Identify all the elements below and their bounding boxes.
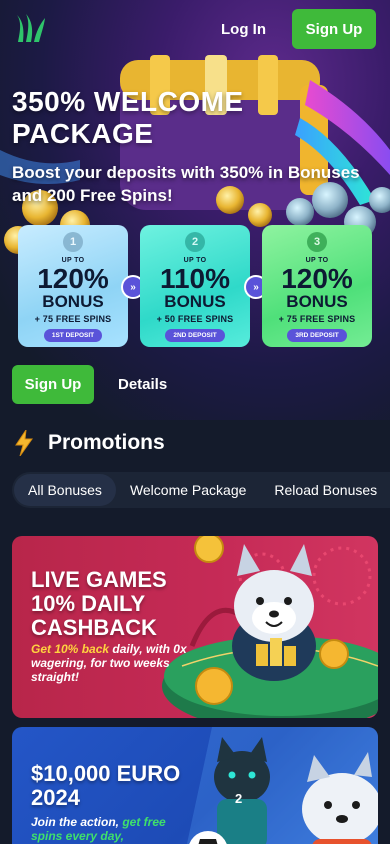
step-number: 2 bbox=[185, 232, 205, 252]
bonus-label: BONUS bbox=[286, 292, 348, 311]
promo-title: $10,000 EURO 2024 bbox=[31, 761, 181, 810]
bonus-percent: 120% bbox=[37, 263, 109, 294]
brand-logo-icon[interactable] bbox=[14, 12, 48, 46]
free-spins: + 75 FREE SPINS bbox=[278, 314, 356, 324]
promo-card-euro-2024[interactable]: 2 $10,000 EURO 2024 Join the action, get… bbox=[12, 727, 378, 844]
hero-actions: Sign Up Details bbox=[12, 365, 167, 404]
promotions-title: Promotions bbox=[48, 431, 165, 454]
hero-title: 350% WELCOME PACKAGE bbox=[12, 86, 244, 149]
promotions-heading: Promotions bbox=[14, 430, 165, 456]
deposit-card-1: 1 UP TO 120% BONUS + 75 FREE SPINS 1ST D… bbox=[18, 225, 128, 347]
tab-reload-bonuses[interactable]: Reload Bonuses bbox=[260, 474, 390, 506]
hero-signup-button[interactable]: Sign Up bbox=[12, 365, 94, 404]
deposit-tag: 2ND DEPOSIT bbox=[165, 329, 225, 342]
top-header: Log In Sign Up bbox=[0, 0, 390, 58]
bonus-percent: 120% bbox=[281, 263, 353, 294]
step-number: 1 bbox=[63, 232, 83, 252]
promo-desc-lead: Join the action, bbox=[31, 815, 123, 829]
deposit-tag: 3RD DEPOSIT bbox=[287, 329, 347, 342]
lightning-icon bbox=[15, 430, 33, 456]
auth-actions: Log In Sign Up bbox=[213, 9, 376, 49]
free-spins: + 50 FREE SPINS bbox=[156, 314, 234, 324]
deposit-tag: 1ST DEPOSIT bbox=[43, 329, 103, 342]
promo-highlight: Get 10% back bbox=[31, 642, 110, 656]
bonus-percent: 110% bbox=[159, 263, 231, 294]
tab-welcome-package[interactable]: Welcome Package bbox=[116, 474, 260, 506]
hero-subtitle: Boost your deposits with 350% in Bonuses… bbox=[12, 163, 360, 205]
promo-title: LIVE GAMES 10% DAILY CASHBACK bbox=[31, 567, 167, 640]
app-page: 350% WELCOME PACKAGE Boost your deposits… bbox=[0, 0, 390, 844]
promo-description: Get 10% back daily, with 0x wagering, fo… bbox=[31, 642, 191, 684]
bonus-label: BONUS bbox=[42, 292, 104, 311]
jersey-number: 2 bbox=[235, 791, 243, 806]
welcome-hero: 350% WELCOME PACKAGE Boost your deposits… bbox=[0, 0, 390, 420]
promotion-filter-tabs: All Bonuses Welcome Package Reload Bonus… bbox=[12, 472, 390, 508]
deposit-card-3: 3 UP TO 120% BONUS + 75 FREE SPINS 3RD D… bbox=[262, 225, 372, 347]
bonus-label: BONUS bbox=[164, 292, 226, 311]
login-button[interactable]: Log In bbox=[213, 15, 274, 44]
promo-card-live-cashback[interactable]: LIVE GAMES 10% DAILY CASHBACK Get 10% ba… bbox=[12, 536, 378, 718]
tab-all-bonuses[interactable]: All Bonuses bbox=[14, 474, 116, 506]
details-link[interactable]: Details bbox=[118, 376, 167, 393]
deposit-card-2: 2 UP TO 110% BONUS + 50 FREE SPINS 2ND D… bbox=[140, 225, 250, 347]
deposit-steps: 1 UP TO 120% BONUS + 75 FREE SPINS 1ST D… bbox=[18, 225, 374, 347]
free-spins: + 75 FREE SPINS bbox=[34, 314, 112, 324]
step-number: 3 bbox=[307, 232, 327, 252]
header-signup-button[interactable]: Sign Up bbox=[292, 9, 376, 49]
promo-description: Join the action, get free spins every da… bbox=[31, 815, 191, 843]
